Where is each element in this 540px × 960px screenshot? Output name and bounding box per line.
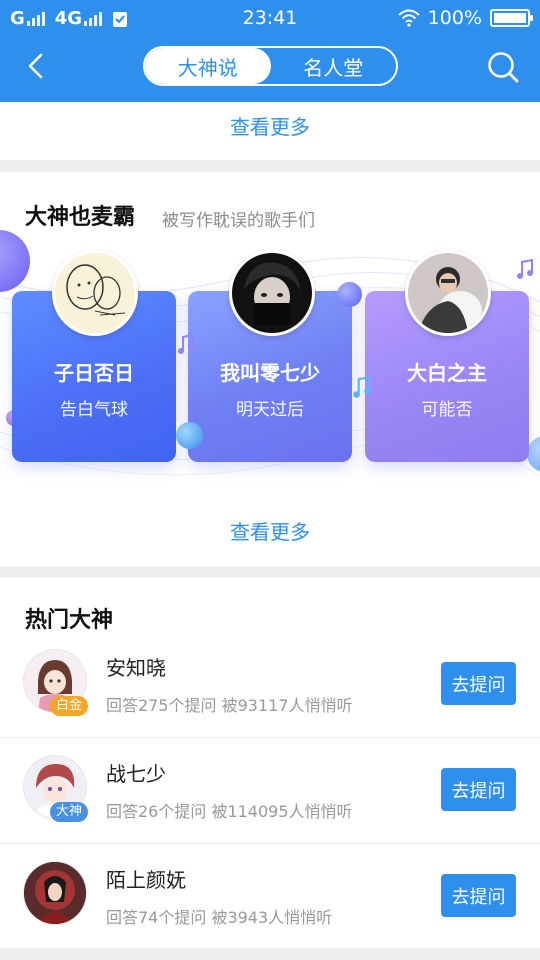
singer-song: 告白气球 bbox=[60, 400, 128, 420]
tab-switcher: 大神说 名人堂 bbox=[143, 46, 398, 86]
back-button[interactable] bbox=[20, 50, 52, 82]
singer-name: 子日否日 bbox=[54, 361, 134, 385]
illustration-avatar bbox=[24, 862, 86, 924]
ask-question-button[interactable]: 去提问 bbox=[441, 874, 516, 917]
level-badge: 大神 bbox=[50, 802, 89, 822]
singer-avatar-1[interactable] bbox=[52, 250, 138, 336]
music-note-icon bbox=[178, 334, 194, 354]
tab-mingren-tang[interactable]: 名人堂 bbox=[271, 48, 397, 84]
hot-list-row-3[interactable]: 陌上颜妩 回答74个提问 被3943人悄悄听 去提问 bbox=[0, 844, 540, 950]
user-name: 战七少 bbox=[106, 762, 166, 786]
section-subtitle: 被写作耽误的歌手们 bbox=[162, 211, 315, 231]
status-bar: G 4G 23:41 100% bbox=[0, 0, 540, 36]
hot-list-row-2[interactable]: 大神 战七少 回答26个提问 被114095人悄悄听 去提问 bbox=[0, 738, 540, 844]
singers-section: 大神也麦霸 被写作耽误的歌手们 子日否日 告白气球 我叫零七少 明天过后 大白之… bbox=[0, 172, 540, 566]
decor-bubble bbox=[337, 282, 362, 307]
section-title: 热门大神 bbox=[25, 608, 114, 633]
singer-avatar-3[interactable] bbox=[405, 250, 491, 336]
ask-question-button[interactable]: 去提问 bbox=[441, 662, 516, 705]
battery-fill bbox=[494, 13, 526, 23]
music-note-icon bbox=[353, 376, 371, 398]
singer-song: 可能否 bbox=[421, 400, 473, 420]
hot-dashen-section: 热门大神 白金 安知晓 回答275个提问 被93117人悄悄听 去提问 大神 战… bbox=[0, 578, 540, 948]
tab-dashen-shuo[interactable]: 大神说 bbox=[145, 48, 271, 84]
person-photo-avatar bbox=[244, 262, 300, 325]
user-stats: 回答275个提问 被93117人悄悄听 bbox=[106, 696, 353, 715]
person-photo-avatar bbox=[408, 253, 488, 333]
app-header: G 4G 23:41 100% 大神说 名人堂 bbox=[0, 0, 540, 102]
user-name: 陌上颜妩 bbox=[106, 868, 186, 892]
sketch-face-avatar bbox=[66, 264, 126, 316]
level-badge: 白金 bbox=[50, 696, 89, 716]
singer-name: 大白之主 bbox=[407, 361, 487, 385]
battery-percent: 100% bbox=[427, 7, 482, 29]
previous-section-card: 查看更多 bbox=[0, 102, 540, 160]
status-right: 100% bbox=[398, 7, 533, 29]
wifi-icon bbox=[398, 9, 420, 27]
battery-icon bbox=[490, 9, 533, 27]
singer-song: 明天过后 bbox=[236, 400, 304, 420]
ask-question-button[interactable]: 去提问 bbox=[441, 768, 516, 811]
search-icon[interactable] bbox=[486, 50, 520, 84]
decor-bubble bbox=[0, 230, 30, 292]
see-more-link-top[interactable]: 查看更多 bbox=[0, 102, 540, 140]
hot-list-row-1[interactable]: 白金 安知晓 回答275个提问 被93117人悄悄听 去提问 bbox=[0, 632, 540, 738]
user-name: 安知晓 bbox=[106, 656, 166, 680]
user-stats: 回答74个提问 被3943人悄悄听 bbox=[106, 908, 333, 927]
user-stats: 回答26个提问 被114095人悄悄听 bbox=[106, 802, 353, 821]
section-title: 大神也麦霸 bbox=[25, 205, 136, 230]
decor-bubble bbox=[176, 422, 203, 449]
singer-name: 我叫零七少 bbox=[220, 361, 320, 385]
see-more-link-singers[interactable]: 查看更多 bbox=[0, 516, 540, 545]
user-avatar[interactable] bbox=[24, 862, 86, 924]
music-note-icon bbox=[517, 259, 533, 279]
singer-avatar-2[interactable] bbox=[229, 250, 315, 336]
